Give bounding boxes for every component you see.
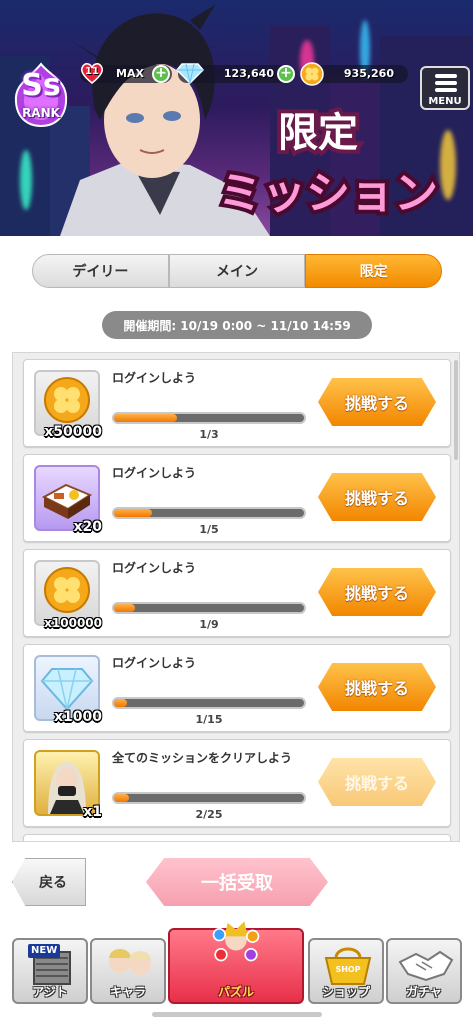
- collect-all-button: 一括受取: [146, 858, 328, 906]
- challenge-button[interactable]: 挑戦する: [318, 378, 436, 426]
- progress-fill: [114, 509, 152, 517]
- header-banner: Ss RANK 11 MAX + 123,640 + 935,260 MENU …: [0, 0, 473, 236]
- back-button[interactable]: 戻る: [12, 858, 86, 906]
- challenge-button[interactable]: 挑戦する: [318, 473, 436, 521]
- clover-coin-icon: [44, 567, 90, 613]
- menu-icon: [435, 74, 457, 95]
- nav-label: パズル: [217, 985, 254, 999]
- mission-title: ログインしよう: [112, 371, 197, 385]
- shop-tag: SHOP: [335, 965, 360, 974]
- challenge-button: 挑戦する: [318, 758, 436, 806]
- reward-slot: x100000: [34, 560, 102, 630]
- mission-card: x1000 ログインしよう 1/15 挑戦する: [23, 644, 451, 732]
- progress-text: 1/3: [199, 428, 219, 441]
- nav-label: ガチャ: [406, 985, 442, 999]
- progress-bar: [112, 602, 306, 614]
- progress-bar: [112, 697, 306, 709]
- mission-title: 全てのミッションをクリアしよう: [112, 751, 293, 765]
- scrollbar[interactable]: [454, 360, 458, 460]
- mission-card: x20 ログインしよう 1/5 挑戦する: [23, 454, 451, 542]
- reward-count: x50000: [44, 424, 102, 440]
- mission-title: ログインしよう: [112, 561, 197, 575]
- reward-count: x20: [73, 519, 102, 535]
- challenge-button[interactable]: 挑戦する: [318, 663, 436, 711]
- nav-puzzle[interactable]: パズル: [168, 921, 304, 1004]
- add-gems-button[interactable]: +: [277, 65, 295, 83]
- tab-main[interactable]: メイン: [168, 254, 306, 288]
- progress-text: 2/25: [195, 808, 223, 821]
- event-title: 限定 ミッション: [214, 106, 442, 220]
- reward-slot: x20: [34, 465, 102, 535]
- new-badge: NEW: [28, 944, 61, 958]
- reward-count: x1000: [54, 709, 102, 725]
- puzzle-icon: [212, 921, 260, 962]
- reward-slot: x1: [34, 750, 102, 820]
- mission-list[interactable]: x50000 ログインしよう 1/3 挑戦する x20 ログインしよう 1/5 …: [12, 352, 460, 842]
- nav-gacha[interactable]: ガチャ: [386, 938, 462, 1004]
- progress-text: 1/9: [199, 618, 219, 631]
- reward-count: x1: [83, 804, 102, 820]
- coin-count: 935,260: [343, 67, 394, 80]
- home-indicator: [152, 1012, 322, 1017]
- event-period: 開催期間: 10/19 0:00 ~ 11/10 14:59: [102, 311, 372, 339]
- nav-label: アジト: [32, 985, 68, 999]
- clover-coin-icon: [300, 62, 324, 86]
- gem-count: 123,640: [223, 67, 274, 80]
- rank-label: RANK: [22, 106, 60, 120]
- tab-limited[interactable]: 限定: [305, 254, 443, 288]
- add-stamina-button[interactable]: +: [152, 65, 170, 83]
- reward-slot: x1000: [34, 655, 102, 725]
- diamond-gem-icon: [176, 63, 204, 84]
- progress-fill: [114, 414, 178, 422]
- nav-label: ショップ: [321, 985, 370, 999]
- progress-fill: [114, 794, 130, 802]
- progress-bar: [112, 412, 306, 424]
- mission-title: ログインしよう: [112, 656, 197, 670]
- stamina-max: MAX: [116, 67, 144, 80]
- nav-hideout[interactable]: NEW アジト: [12, 938, 88, 1004]
- nav-shop[interactable]: SHOP ショップ: [308, 938, 384, 1004]
- progress-text: 1/15: [195, 713, 223, 726]
- title-line-2: ミッション: [218, 168, 438, 219]
- progress-text: 1/5: [199, 523, 219, 536]
- progress-fill: [114, 699, 127, 707]
- mission-card: x100000 ログインしよう 1/9 挑戦する: [23, 549, 451, 637]
- mission-card: x50000 ログインしよう 1/3 挑戦する: [23, 359, 451, 447]
- bottom-nav: NEW アジト キャラ パズル SHOP ショップ ガチャ: [0, 920, 473, 1024]
- mission-tabs: デイリー メイン 限定: [32, 254, 443, 288]
- reward-count: x100000: [44, 616, 102, 630]
- stamina-value: 11: [85, 66, 99, 77]
- progress-bar: [112, 507, 306, 519]
- mission-card: x1 全てのミッションをクリアしよう 2/25 挑戦する: [23, 739, 451, 827]
- mission-title: ログインしよう: [112, 466, 197, 480]
- mission-card: [23, 834, 451, 841]
- tab-daily[interactable]: デイリー: [32, 254, 169, 288]
- nav-characters[interactable]: キャラ: [90, 938, 166, 1004]
- reward-slot: x50000: [34, 370, 102, 440]
- progress-bar: [112, 792, 306, 804]
- progress-fill: [114, 604, 136, 612]
- rank-badge[interactable]: Ss RANK: [10, 62, 72, 128]
- rank-letters: Ss: [21, 68, 61, 103]
- nav-label: キャラ: [109, 985, 146, 999]
- challenge-button[interactable]: 挑戦する: [318, 568, 436, 616]
- title-line-1: 限定: [278, 110, 358, 156]
